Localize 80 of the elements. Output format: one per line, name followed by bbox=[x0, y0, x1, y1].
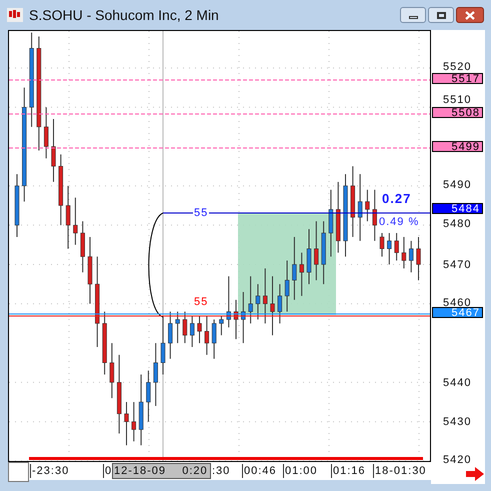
price-label: 5470 bbox=[443, 259, 472, 271]
change-percent: 0.49 % bbox=[378, 216, 420, 228]
price-label: 5520 bbox=[443, 61, 472, 73]
candlestick bbox=[372, 189, 377, 242]
candlestick bbox=[234, 299, 238, 340]
minimize-button[interactable] bbox=[400, 7, 426, 23]
candlestick bbox=[175, 311, 180, 344]
app-icon bbox=[7, 8, 23, 22]
candlestick bbox=[402, 236, 406, 269]
window-title: S.SOHU - Sohucom Inc, 2 Min bbox=[29, 6, 220, 24]
candlestick bbox=[284, 260, 290, 312]
time-label: -23:30 bbox=[30, 464, 70, 478]
candlestick bbox=[110, 342, 114, 399]
candlestick bbox=[416, 236, 421, 281]
candlestick bbox=[73, 197, 78, 246]
candlestick bbox=[44, 106, 48, 159]
candlestick bbox=[226, 276, 231, 328]
candlestick bbox=[299, 252, 304, 296]
candlestick bbox=[262, 268, 268, 324]
candlestick bbox=[190, 315, 194, 348]
candlestick bbox=[160, 315, 166, 376]
candlestick bbox=[66, 185, 70, 250]
candlestick bbox=[306, 228, 312, 285]
candlestick bbox=[102, 311, 107, 376]
time-label: 01:00 bbox=[283, 464, 318, 478]
candlestick bbox=[256, 284, 260, 320]
price-marker: 5467 bbox=[432, 307, 483, 318]
candlestick bbox=[146, 370, 151, 422]
close-button[interactable] bbox=[456, 7, 484, 23]
candlestick bbox=[197, 315, 202, 344]
change-value: 0.27 bbox=[381, 191, 412, 206]
candlestick bbox=[182, 311, 188, 344]
candlestick bbox=[270, 276, 275, 336]
candlestick bbox=[408, 240, 414, 273]
price-label: 5420 bbox=[443, 454, 472, 466]
candlestick bbox=[278, 284, 282, 324]
cursor-time-label: 12-18-09 0:20 bbox=[112, 463, 211, 479]
candlestick bbox=[80, 220, 85, 273]
candlestick bbox=[358, 174, 362, 242]
corner-box[interactable] bbox=[8, 462, 29, 482]
maximize-button[interactable] bbox=[428, 7, 454, 23]
candlestick bbox=[14, 174, 20, 238]
candlestick bbox=[204, 315, 210, 356]
price-label: 5510 bbox=[443, 94, 472, 106]
price-marker: 5517 bbox=[432, 73, 483, 84]
range-label: 55 bbox=[193, 207, 210, 219]
candlestick bbox=[153, 342, 158, 406]
price-marker: 5484 bbox=[432, 203, 483, 214]
candlestick bbox=[350, 166, 356, 238]
candlestick bbox=[241, 291, 246, 344]
close-icon bbox=[465, 10, 475, 20]
candlestick bbox=[212, 319, 216, 360]
price-label: 5480 bbox=[443, 218, 472, 230]
candlestick bbox=[248, 276, 253, 324]
candlestick bbox=[132, 402, 136, 442]
candlestick bbox=[51, 118, 56, 182]
time-label: 01:16 bbox=[331, 464, 366, 478]
candlestick bbox=[314, 220, 319, 281]
time-label: 00:46 bbox=[242, 464, 277, 478]
price-marker: 5499 bbox=[432, 141, 483, 152]
candlestick bbox=[328, 189, 334, 258]
candlestick bbox=[219, 315, 224, 336]
time-label: 18-01:30 bbox=[373, 464, 426, 478]
candlestick bbox=[380, 232, 384, 258]
candlestick bbox=[138, 374, 144, 446]
candlestick bbox=[88, 236, 92, 304]
price-marker: 5508 bbox=[432, 107, 483, 118]
candlestick bbox=[168, 311, 173, 360]
candlestick bbox=[292, 236, 297, 300]
price-label: 5490 bbox=[443, 179, 472, 191]
price-label: 5430 bbox=[443, 416, 472, 428]
scroll-right-arrow-icon[interactable] bbox=[466, 467, 484, 481]
candlestick bbox=[365, 189, 370, 222]
candlestick bbox=[394, 232, 399, 262]
candlestick bbox=[321, 220, 326, 285]
price-label: 5460 bbox=[443, 297, 472, 309]
candlestick bbox=[387, 232, 392, 265]
range-label: 55 bbox=[193, 296, 210, 308]
price-label: 5440 bbox=[443, 377, 472, 389]
candlestick bbox=[124, 402, 129, 446]
